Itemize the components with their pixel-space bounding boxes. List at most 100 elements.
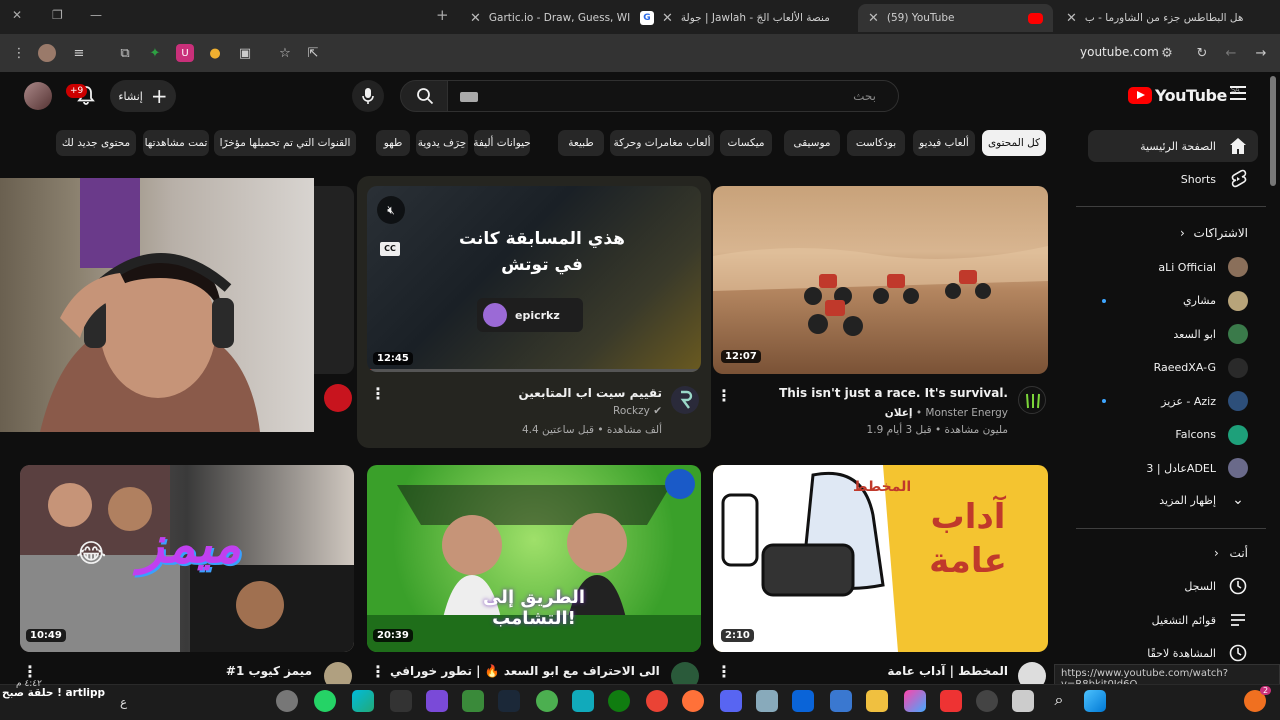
video-menu-icon[interactable]: ⋮ bbox=[22, 664, 38, 680]
video-title[interactable]: تقييم سيت اب المتابعين bbox=[390, 386, 662, 400]
forward-icon[interactable]: ← bbox=[1222, 44, 1240, 62]
task-view-icon[interactable] bbox=[1012, 690, 1034, 712]
tab-google[interactable]: ✕ هل البطاطس جزء من الشاورما - ب bbox=[1056, 4, 1246, 32]
site-settings-icon[interactable]: ⚙ bbox=[1158, 44, 1176, 62]
reload-icon[interactable]: ↻ bbox=[1193, 44, 1211, 62]
chip-4[interactable]: ميكسات bbox=[720, 130, 772, 156]
preview-progress-bar[interactable] bbox=[367, 369, 701, 372]
app-taskbar-icon[interactable] bbox=[756, 690, 778, 712]
channel-name[interactable]: Monster Energy bbox=[925, 407, 1008, 419]
xbox-taskbar-icon[interactable] bbox=[608, 690, 630, 712]
close-tab-icon[interactable]: ✕ bbox=[868, 11, 879, 26]
page-scrollbar[interactable] bbox=[1270, 76, 1276, 186]
sidebar-item-playlists[interactable]: قوائم التشغيل bbox=[1088, 604, 1258, 636]
address-bar[interactable]: youtube.com bbox=[1080, 45, 1159, 59]
sidebar-subscription[interactable]: RaeedXA-G bbox=[1088, 352, 1258, 384]
sidebar-subscription[interactable]: عادل | 3ADEL bbox=[1088, 452, 1258, 484]
edge-taskbar-icon[interactable] bbox=[352, 690, 374, 712]
video-preview[interactable]: هذي المسابقة كانت في توتش epicrkz 🔇︎ CC … bbox=[367, 186, 701, 372]
chrome-taskbar-icon[interactable] bbox=[646, 690, 668, 712]
app-taskbar-icon[interactable] bbox=[390, 690, 412, 712]
channel-avatar[interactable] bbox=[671, 386, 699, 414]
whatsapp-taskbar-icon[interactable] bbox=[314, 690, 336, 712]
new-tab-button[interactable]: + bbox=[436, 6, 449, 24]
hamburger-menu-icon[interactable] bbox=[1230, 86, 1246, 100]
keyboard-icon[interactable] bbox=[460, 92, 478, 102]
back-icon[interactable]: → bbox=[1252, 44, 1270, 62]
video-title[interactable]: This isn't just a race. It's survival. bbox=[740, 386, 1008, 400]
tab-youtube[interactable]: ✕ (59) YouTube bbox=[858, 4, 1053, 32]
video-title[interactable]: المخطط | آداب عامة bbox=[740, 664, 1008, 678]
video-title[interactable]: #ميمز كيوب 1 bbox=[40, 664, 312, 678]
chip-7[interactable]: حيوانات أليفة bbox=[473, 130, 531, 156]
show-more-button[interactable]: إظهار المزيد ⌄ bbox=[1088, 484, 1258, 516]
chip-1[interactable]: ألعاب فيديو bbox=[913, 130, 975, 156]
chip-11[interactable]: تمت مشاهدتها bbox=[143, 130, 209, 156]
extensions-icon[interactable]: ⧉ bbox=[116, 44, 134, 62]
sidebar-subscription[interactable]: مشاري bbox=[1088, 285, 1258, 317]
discord-taskbar-icon[interactable] bbox=[720, 690, 742, 712]
chip-9[interactable]: طهو bbox=[376, 130, 410, 156]
obs-taskbar-icon[interactable] bbox=[426, 690, 448, 712]
screenshot-icon[interactable]: ▣ bbox=[236, 44, 254, 62]
channel-avatar[interactable] bbox=[1018, 386, 1046, 414]
extension-icon[interactable]: ✦ bbox=[146, 44, 164, 62]
tab-jawlah[interactable]: G ✕ جولة | Jawlah - منصة الألعاب الجَ bbox=[630, 4, 858, 32]
share-icon[interactable]: ⇱ bbox=[304, 44, 322, 62]
tab-gartic[interactable]: ✕ Gartic.io - Draw, Guess, WIN bbox=[460, 4, 630, 32]
steam-taskbar-icon[interactable] bbox=[498, 690, 520, 712]
video-thumbnail[interactable]: آداب عامة المخطط 2:10 bbox=[713, 465, 1048, 652]
chip-6[interactable]: طبيعة bbox=[558, 130, 604, 156]
more-menu-icon[interactable]: ⋮ bbox=[10, 44, 28, 62]
youtube-logo[interactable]: YouTube SA bbox=[1128, 86, 1240, 105]
you-header[interactable]: أنت › bbox=[1088, 546, 1248, 560]
video-menu-icon[interactable]: ⋮ bbox=[716, 388, 732, 404]
close-tab-icon[interactable]: ✕ bbox=[1066, 11, 1077, 26]
restore-window-icon[interactable]: ❐ bbox=[52, 8, 63, 22]
close-tab-icon[interactable]: ✕ bbox=[470, 11, 481, 26]
start-menu-icon[interactable] bbox=[1084, 690, 1106, 712]
chip-3[interactable]: موسيقى bbox=[784, 130, 840, 156]
language-indicator[interactable]: ع bbox=[120, 695, 127, 709]
sidebar-subscription[interactable]: aLi Official bbox=[1088, 251, 1258, 283]
sidebar-subscription[interactable]: ابو السعد bbox=[1088, 318, 1258, 350]
video-thumbnail[interactable]: 12:07 bbox=[713, 186, 1048, 374]
app-taskbar-icon[interactable] bbox=[940, 690, 962, 712]
close-tab-icon[interactable]: ✕ bbox=[662, 11, 673, 26]
chrome-taskbar-icon[interactable] bbox=[276, 690, 298, 712]
ublock-icon[interactable]: U bbox=[176, 44, 194, 62]
minimize-window-icon[interactable]: — bbox=[90, 8, 102, 22]
outlook-taskbar-icon[interactable] bbox=[792, 690, 814, 712]
sidebar-item-history[interactable]: السجل bbox=[1088, 570, 1258, 602]
chip-10[interactable]: القنوات التي تم تحميلها مؤخرًا bbox=[214, 130, 356, 156]
search-button[interactable] bbox=[400, 80, 450, 112]
minecraft-taskbar-icon[interactable] bbox=[462, 690, 484, 712]
chip-8[interactable]: حِرَف يدوية bbox=[416, 130, 468, 156]
app-taskbar-icon[interactable] bbox=[536, 690, 558, 712]
chip-5[interactable]: ألعاب مغامرات وحركة bbox=[610, 130, 714, 156]
captions-icon[interactable]: CC bbox=[380, 242, 400, 256]
voice-search-button[interactable] bbox=[352, 80, 384, 112]
channel-avatar[interactable] bbox=[324, 384, 352, 412]
explorer-taskbar-icon[interactable] bbox=[866, 690, 888, 712]
media-controls-icon[interactable]: ≡ bbox=[70, 44, 88, 62]
sidebar-item-home[interactable]: الصفحة الرئيسية bbox=[1088, 130, 1258, 162]
app-taskbar-icon[interactable] bbox=[572, 690, 594, 712]
video-menu-icon[interactable]: ⋮ bbox=[370, 386, 386, 402]
video-thumbnail[interactable]: الطريق إلى التشامب! 20:39 bbox=[367, 465, 701, 652]
video-thumbnail[interactable]: ميمز 😂 10:49 bbox=[20, 465, 354, 652]
sidebar-subscription[interactable]: Falcons bbox=[1088, 419, 1258, 451]
close-window-icon[interactable]: ✕ bbox=[12, 8, 22, 22]
sidebar-subscription[interactable]: عزيز - Aziz bbox=[1088, 385, 1258, 417]
channel-name[interactable]: Rockzy ✔ bbox=[390, 405, 662, 417]
mute-icon[interactable]: 🔇︎ bbox=[377, 196, 405, 224]
search-taskbar-icon[interactable]: ⌕ bbox=[1048, 690, 1070, 712]
video-title[interactable]: الطريق الى الاحتراف مع ابو السعد 🔥 | تطو… bbox=[390, 664, 662, 678]
chip-2[interactable]: بودكاست bbox=[847, 130, 905, 156]
copilot-taskbar-icon[interactable] bbox=[904, 690, 926, 712]
video-menu-icon[interactable]: ⋮ bbox=[716, 664, 732, 680]
account-avatar[interactable] bbox=[24, 82, 52, 110]
search-input[interactable]: بحث bbox=[447, 80, 899, 112]
color-extension-icon[interactable]: ● bbox=[206, 44, 224, 62]
sidebar-item-shorts[interactable]: Shorts bbox=[1088, 163, 1258, 195]
